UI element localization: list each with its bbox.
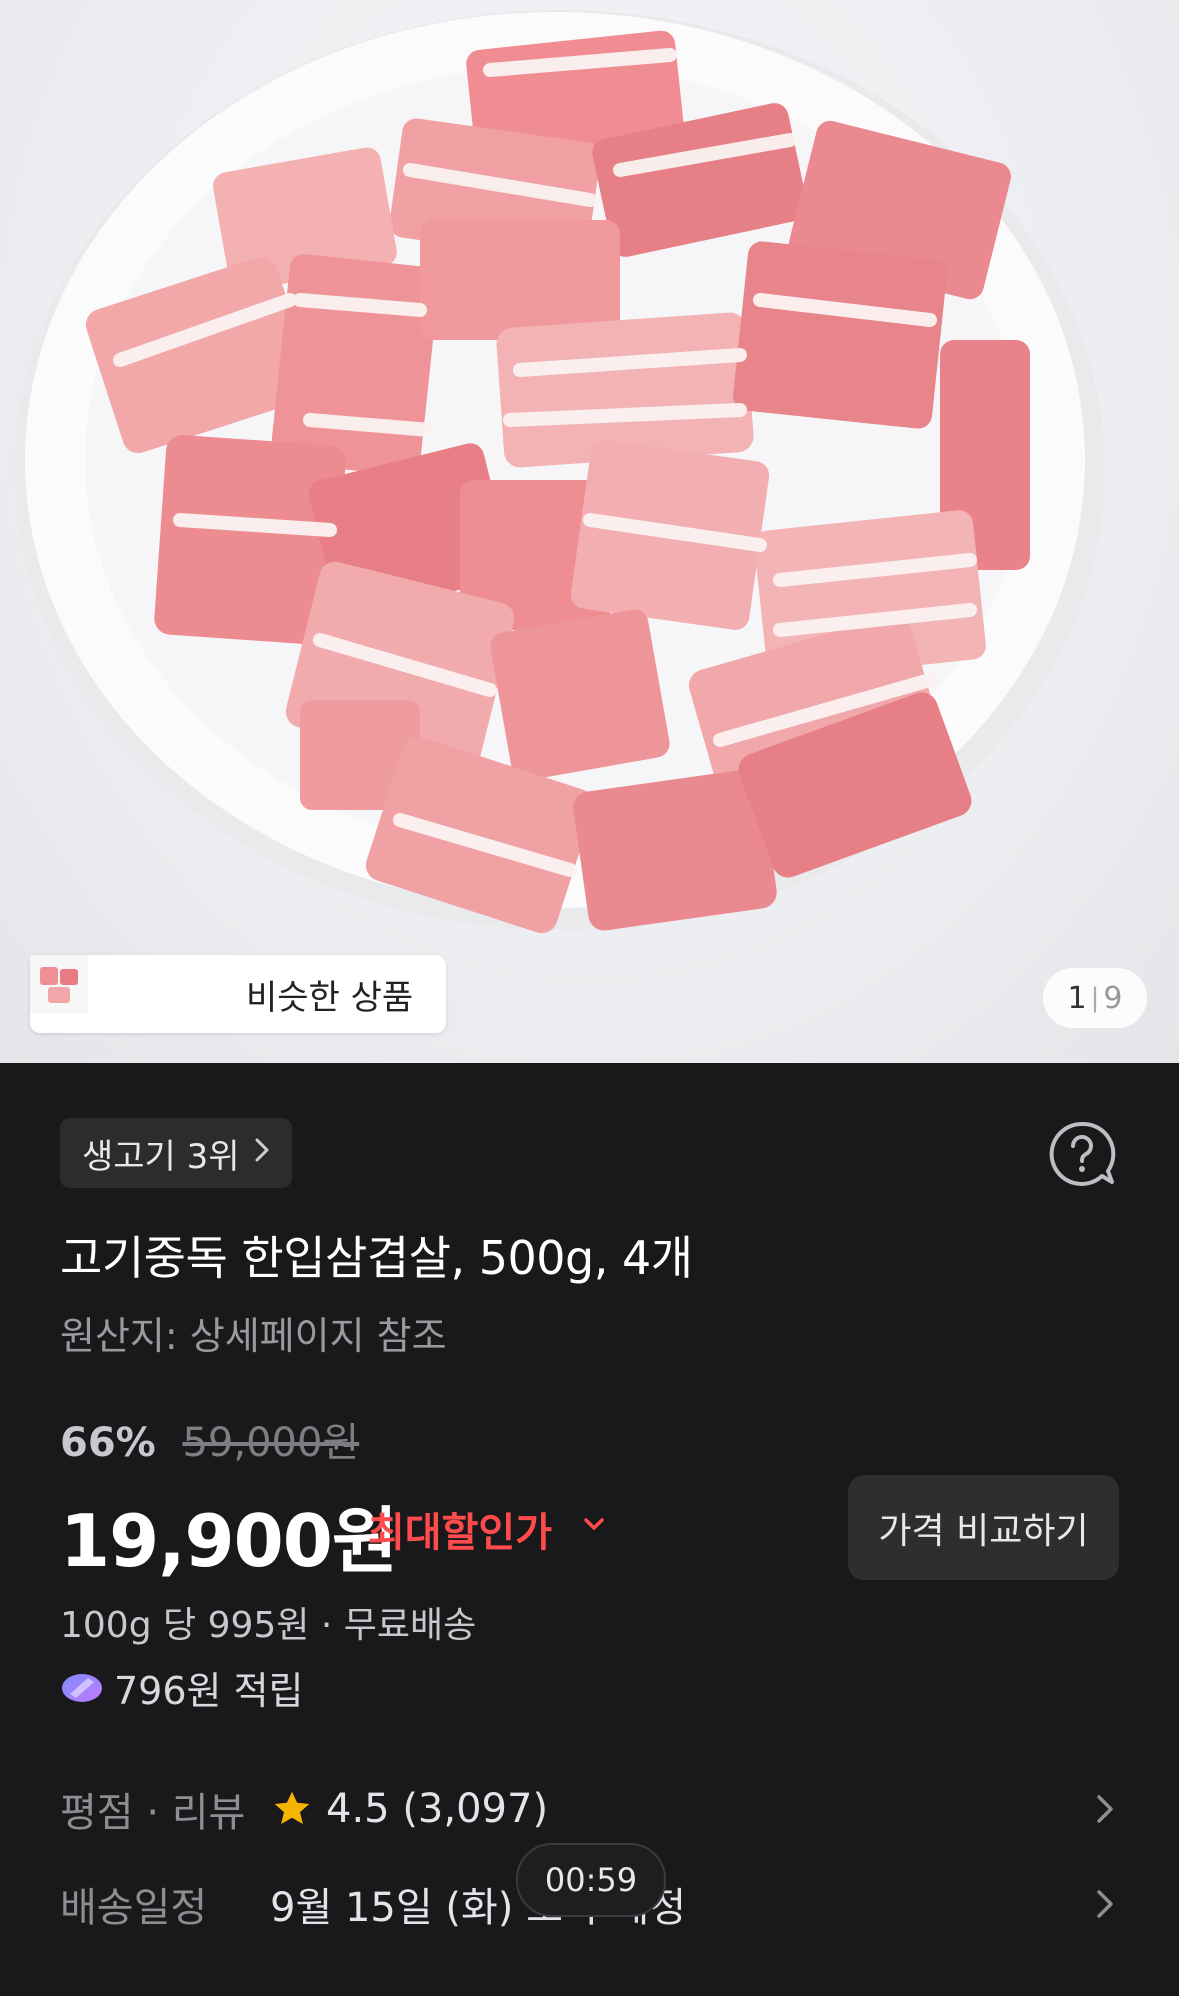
unit-price-shipping: 100g 당 995원 · 무료배송	[60, 1605, 477, 1646]
product-photo	[15, 10, 1105, 934]
chevron-right-icon	[1090, 1884, 1120, 1924]
rank-label: 생고기 3위	[82, 1136, 240, 1177]
reward-points: 796원 적립	[60, 1660, 304, 1715]
rating-review-label: 평점 · 리뷰	[60, 1790, 246, 1836]
similar-products-label: 비슷한 상품	[246, 977, 414, 1018]
product-origin: 원산지: 상세페이지 참조	[60, 1314, 447, 1358]
max-discount-label[interactable]: 최대할인가	[368, 1500, 552, 1558]
chevron-right-icon	[254, 1136, 270, 1171]
page-current: 1	[1067, 980, 1087, 1016]
chevron-down-icon[interactable]	[578, 1508, 610, 1540]
help-question-icon[interactable]	[1046, 1118, 1118, 1190]
points-label: 796원 적립	[114, 1669, 304, 1713]
discount-row: 66% 59,000원	[60, 1410, 359, 1468]
compare-price-label: 가격 비교하기	[878, 1510, 1089, 1552]
rating-value: 4.5 (3,097)	[326, 1786, 549, 1832]
original-price: 59,000원	[182, 1420, 360, 1466]
product-title: 고기중독 한입삼겹살, 500g, 4개	[60, 1231, 693, 1285]
sale-price: 19,900원	[60, 1499, 398, 1583]
product-image[interactable]: 비슷한 상품 1 | 9	[0, 0, 1179, 1063]
chevron-right-icon	[1090, 1789, 1120, 1829]
rating-value-wrap: 4.5 (3,097)	[270, 1786, 548, 1832]
page-separator: |	[1090, 983, 1100, 1013]
recording-timer: 00:59	[516, 1843, 666, 1917]
star-icon	[270, 1787, 314, 1831]
similar-thumb-3	[30, 955, 232, 1023]
category-rank-chip[interactable]: 생고기 3위	[60, 1118, 292, 1188]
points-coin-icon	[60, 1670, 104, 1706]
similar-products-button[interactable]: 비슷한 상품	[30, 955, 446, 1033]
delivery-label: 배송일정	[60, 1885, 208, 1931]
page-total: 9	[1103, 980, 1123, 1016]
compare-price-button[interactable]: 가격 비교하기	[848, 1475, 1119, 1580]
discount-rate: 66%	[60, 1420, 156, 1466]
rating-review-row[interactable]: 평점 · 리뷰 4.5 (3,097)	[60, 1779, 1120, 1839]
image-page-indicator: 1 | 9	[1043, 968, 1147, 1028]
similar-thumb-2	[30, 955, 166, 1023]
